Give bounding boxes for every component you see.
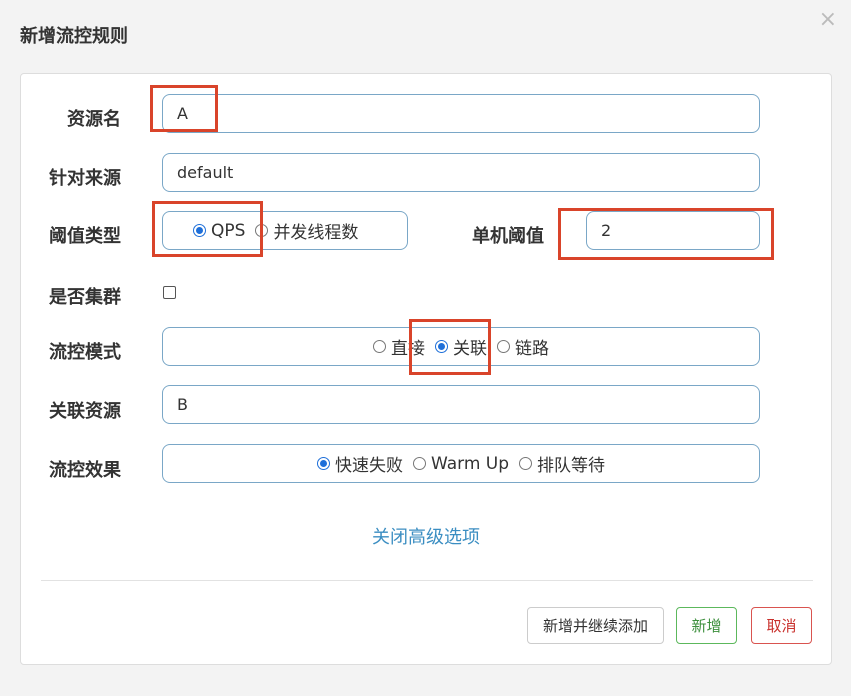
resource-input[interactable] (162, 94, 760, 133)
strategy-radio-group: 直接 关联 链路 (162, 327, 760, 366)
form-panel: 资源名 针对来源 阈值类型 QPS 并发线程数 单机阈值 是否集群 流控模式 (20, 73, 832, 665)
count-input[interactable] (586, 211, 760, 250)
ref-resource-label: 关联资源 (49, 401, 121, 422)
strategy-option-direct[interactable]: 直接 (373, 334, 425, 359)
behavior-option-label: Warm Up (430, 453, 510, 474)
radio-unselected-icon (255, 224, 269, 237)
radio-selected-icon (316, 457, 330, 470)
radio-unselected-icon (373, 340, 386, 353)
strategy-option-label: 关联 (453, 339, 487, 359)
limit-app-label: 针对来源 (49, 168, 121, 189)
radio-unselected-icon (519, 457, 533, 470)
toggle-advanced-link[interactable]: 关闭高级选项 (21, 523, 831, 549)
footer-divider (41, 580, 813, 581)
strategy-label: 流控模式 (49, 342, 121, 363)
strategy-option-label: 链路 (515, 339, 549, 359)
cluster-checkbox[interactable] (163, 286, 176, 299)
radio-selected-icon (193, 224, 206, 237)
add-flow-rule-dialog: 新增流控规则 × 资源名 针对来源 阈值类型 QPS 并发线程数 单机阈值 是否… (0, 0, 851, 696)
behavior-option-queue[interactable]: 排队等待 (519, 451, 605, 476)
radio-unselected-icon (412, 457, 426, 470)
grade-option-label: QPS (211, 220, 246, 241)
add-button[interactable]: 新增 (676, 607, 737, 644)
control-behavior-radio-group: 快速失败 Warm Up 排队等待 (162, 444, 760, 483)
limit-app-input[interactable] (162, 153, 760, 192)
add-and-continue-button[interactable]: 新增并继续添加 (527, 607, 664, 644)
grade-label: 阈值类型 (49, 226, 121, 247)
grade-option-qps[interactable]: QPS (193, 221, 245, 241)
cluster-label: 是否集群 (49, 287, 121, 308)
behavior-option-label: 快速失败 (334, 456, 403, 476)
resource-label: 资源名 (67, 109, 121, 130)
dialog-title: 新增流控规则 (20, 26, 128, 47)
count-label: 单机阈值 (472, 226, 544, 247)
behavior-option-label: 排队等待 (537, 456, 606, 476)
strategy-option-relate[interactable]: 关联 (435, 334, 487, 359)
grade-option-thread[interactable]: 并发线程数 (255, 218, 358, 243)
radio-unselected-icon (497, 340, 510, 353)
grade-radio-group: QPS 并发线程数 (162, 211, 408, 250)
behavior-option-warm-up[interactable]: Warm Up (412, 453, 510, 474)
control-behavior-label: 流控效果 (49, 460, 121, 481)
grade-option-label: 并发线程数 (273, 223, 359, 243)
behavior-option-fast-fail[interactable]: 快速失败 (316, 451, 403, 476)
close-icon[interactable]: × (819, 8, 837, 32)
strategy-option-label: 直接 (391, 339, 425, 359)
strategy-option-chain[interactable]: 链路 (497, 334, 549, 359)
ref-resource-input[interactable] (162, 385, 760, 424)
radio-selected-icon (435, 340, 448, 353)
cancel-button[interactable]: 取消 (751, 607, 812, 644)
